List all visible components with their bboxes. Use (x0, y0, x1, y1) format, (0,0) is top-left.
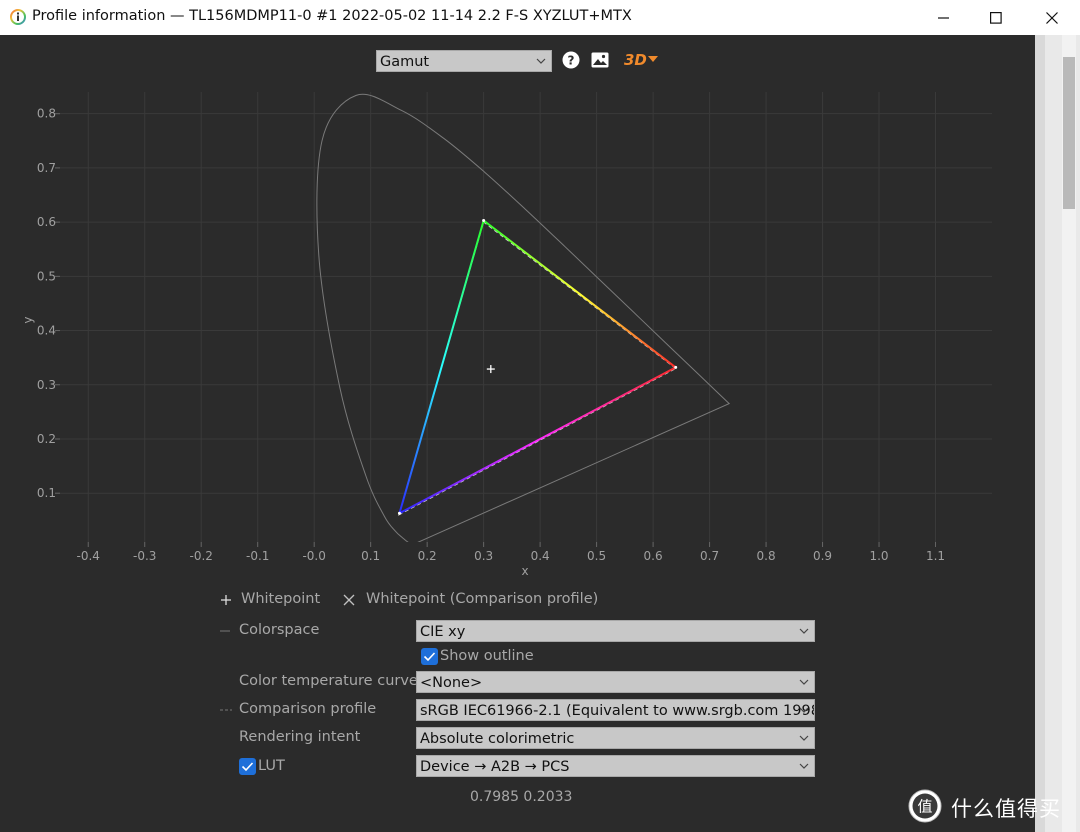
colorspace-label: Colorspace (239, 622, 320, 638)
x-tick-label: -0.1 (246, 549, 269, 563)
x-tick-label: -0.3 (133, 549, 156, 563)
watermark-logo-icon: 值 (908, 789, 942, 823)
minimize-icon (938, 16, 949, 19)
dashed-line-icon (220, 709, 232, 711)
y-tick-label: 0.3 (37, 378, 56, 392)
x-tick-label: 0.1 (361, 549, 380, 563)
rendering-intent-label: Rendering intent (239, 729, 361, 745)
scrollbar-thumb[interactable] (1063, 57, 1075, 209)
title-bar: Profile information — TL156MDMP11-0 #1 2… (0, 0, 1080, 36)
x-tick-label: 0.4 (531, 549, 550, 563)
primary-point-green (482, 218, 486, 222)
y-tick-label: 0.7 (37, 161, 56, 175)
x-tick-label: 0.5 (587, 549, 606, 563)
x-tick-label: -0.2 (190, 549, 213, 563)
plot-area (60, 92, 992, 542)
color-temp-label: Color temperature curve (239, 673, 418, 689)
lut-label: LUT (258, 758, 285, 774)
x-tick-label: 0.3 (474, 549, 493, 563)
y-axis-label: y (21, 316, 35, 323)
x-axis-label: x (521, 564, 528, 578)
color-temp-select[interactable]: <None> (416, 671, 815, 693)
comparison-profile-label: Comparison profile (239, 701, 377, 717)
x-tick-label: -0.0 (302, 549, 325, 563)
primary-point-red (674, 365, 678, 369)
rendering-intent-value: Absolute colorimetric (420, 731, 575, 747)
legend-whitepoint: Whitepoint (241, 591, 321, 607)
svg-text:值: 值 (917, 798, 932, 816)
chevron-down-icon (799, 735, 809, 741)
x-tick-label: 0.9 (813, 549, 832, 563)
x-tick-label: 1.0 (869, 549, 888, 563)
show-outline-checkbox[interactable] (421, 648, 438, 665)
x-tick-label: -0.4 (77, 549, 100, 563)
x-tick-label: 0.6 (644, 549, 663, 563)
y-tick-label: 0.1 (37, 486, 56, 500)
comparison-whitepoint-marker-icon (343, 594, 355, 606)
chevron-down-icon (799, 679, 809, 685)
window-title: Profile information — TL156MDMP11-0 #1 2… (32, 8, 632, 24)
colorspace-select[interactable]: CIE xy (416, 620, 815, 642)
y-tick-label: 0.5 (37, 269, 56, 283)
cursor-readout: 0.7985 0.2033 (470, 789, 573, 805)
watermark-text: 什么值得买 (951, 797, 1061, 821)
x-tick-label: 0.7 (700, 549, 719, 563)
show-outline-label: Show outline (440, 648, 534, 664)
checkmark-icon (241, 762, 254, 772)
y-tick-label: 0.4 (37, 324, 56, 338)
primary-point-blue (397, 511, 401, 515)
close-icon (1046, 11, 1058, 24)
watermark: 值 什么值得买 (905, 787, 1075, 827)
comparison-profile-value: sRGB IEC61966-2.1 (Equivalent to www.srg… (420, 703, 815, 719)
lut-direction-select[interactable]: Device → A2B → PCS (416, 755, 815, 777)
colorspace-value: CIE xy (420, 624, 466, 640)
y-tick-label: 0.8 (37, 107, 56, 121)
solid-line-icon (220, 630, 230, 632)
gamut-plot[interactable]: -0.4 -0.3 -0.2 -0.1 -0.0 0.1 0.2 0.3 0.4 0.5 0.6 0.… (0, 35, 1035, 595)
y-tick-label: 0.2 (37, 432, 56, 446)
color-temp-value: <None> (420, 675, 483, 691)
comparison-profile-select[interactable]: sRGB IEC61966-2.1 (Equivalent to www.srg… (416, 699, 815, 721)
close-button[interactable] (1026, 0, 1078, 35)
maximize-icon (990, 11, 1002, 24)
maximize-button[interactable] (970, 0, 1022, 35)
minimize-button[interactable] (918, 0, 970, 35)
whitepoint-marker-icon (221, 595, 231, 605)
chevron-down-icon (799, 763, 809, 769)
x-tick-label: 1.1 (926, 549, 945, 563)
rendering-intent-select[interactable]: Absolute colorimetric (416, 727, 815, 749)
lut-checkbox[interactable] (239, 758, 256, 775)
chevron-down-icon (799, 628, 809, 634)
x-tick-label: 0.2 (418, 549, 437, 563)
legend-whitepoint-comparison: Whitepoint (Comparison profile) (366, 591, 599, 607)
y-tick-label: 0.6 (37, 215, 56, 229)
x-tick-label: 0.8 (757, 549, 776, 563)
panel-sash[interactable] (1035, 35, 1045, 832)
chevron-down-icon (799, 707, 809, 713)
info-app-icon (10, 9, 26, 25)
lut-direction-value: Device → A2B → PCS (420, 759, 570, 775)
checkmark-icon (423, 652, 436, 662)
